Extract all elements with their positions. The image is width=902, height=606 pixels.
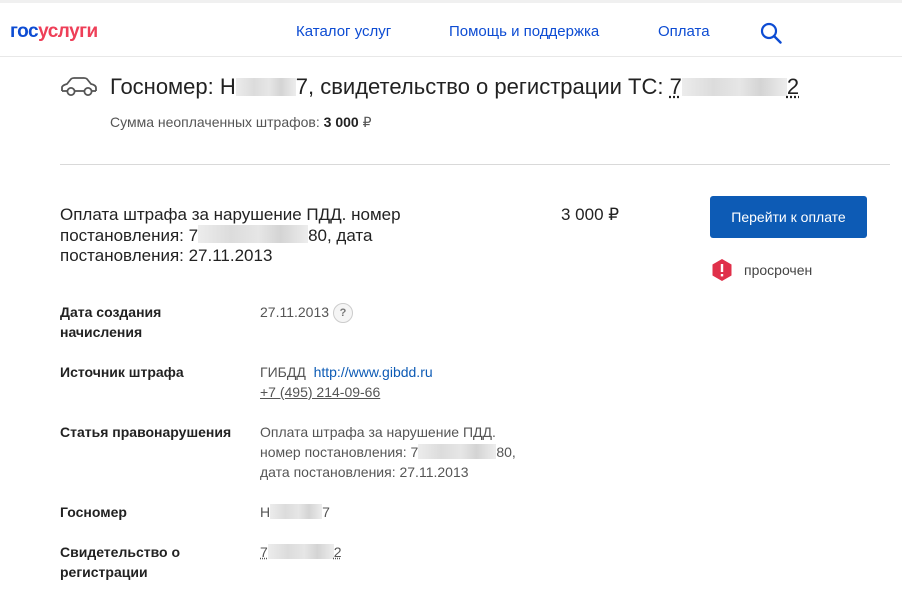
pay-button[interactable]: Перейти к оплате — [710, 196, 867, 238]
article-value: Оплата штрафа за нарушение ПДД. номер по… — [260, 422, 516, 482]
reg-label: Свидетельство о регистрации — [60, 544, 181, 580]
reg-detail-end: 2 — [333, 544, 342, 560]
source-value: ГИБДД http://www.gibdd.ru +7 (495) 214-0… — [260, 362, 433, 402]
logo-part1: гос — [10, 21, 39, 42]
redacted-article-number — [418, 444, 497, 459]
summary-label: Сумма неоплаченных штрафов: — [110, 114, 324, 130]
reg-start: 7 — [669, 74, 682, 99]
vehicle-title-prefix: Госномер: Н — [110, 74, 236, 99]
article-line3: дата постановления: 27.11.2013 — [260, 464, 469, 480]
source-label: Источник штрафа — [60, 364, 184, 380]
created-value: 27.11.2013 — [260, 304, 330, 320]
vehicle-title-mid: 7, свидетельство о регистрации ТС: — [295, 74, 670, 99]
summary-value: 3 000 — [323, 114, 359, 130]
source-phone[interactable]: +7 (495) 214-09-66 — [260, 384, 380, 400]
redacted-plate — [235, 78, 296, 96]
gosuslugi-logo[interactable]: госуслуги — [10, 21, 98, 43]
article-label: Статья правонарушения — [60, 424, 232, 440]
header: госуслуги Каталог услуг Помощь и поддерж… — [0, 0, 902, 57]
redacted-reg-detail — [267, 544, 334, 559]
nav-payment-link[interactable]: Оплата — [658, 23, 710, 40]
car-icon — [61, 77, 97, 96]
vehicle-title: Госномер: Н 7, свидетельство о регистраци… — [110, 74, 799, 100]
plate-label: Госномер — [60, 504, 127, 520]
redacted-decree-number — [198, 225, 309, 243]
reg-value[interactable]: 72 — [260, 542, 342, 562]
status-text: просрочен — [744, 262, 813, 278]
nav-catalog-link[interactable]: Каталог услуг — [296, 23, 391, 40]
reg-detail-start: 7 — [260, 544, 268, 560]
search-icon[interactable] — [760, 22, 782, 44]
created-label: Дата создания начисления — [60, 304, 162, 340]
vehicle-reg-number[interactable]: 72 — [670, 74, 800, 99]
redacted-plate-detail — [270, 504, 323, 519]
plate-value: Н7 — [260, 502, 330, 522]
divider — [60, 164, 890, 165]
fine-description: Оплата штрафа за нарушение ПДД. номер по… — [60, 205, 460, 266]
unpaid-summary: Сумма неоплаченных штрафов: 3 000 ₽ — [110, 114, 372, 131]
nav-help-link[interactable]: Помощь и поддержка — [449, 23, 599, 40]
alert-icon — [712, 259, 732, 281]
logo-part2: услуги — [38, 21, 98, 42]
redacted-reg — [681, 78, 787, 96]
source-link[interactable]: http://www.gibdd.ru — [314, 364, 433, 380]
source-org: ГИБДД — [260, 364, 306, 380]
article-line2-end: 80, — [496, 444, 516, 460]
help-icon[interactable]: ? — [333, 303, 354, 323]
summary-currency: ₽ — [362, 114, 372, 130]
created-value-row: 27.11.2013? — [260, 302, 354, 323]
reg-end: 2 — [786, 74, 800, 99]
plate-end: 7 — [322, 504, 330, 520]
article-line2-start: номер постановления: 7 — [260, 444, 419, 460]
article-line1: Оплата штрафа за нарушение ПДД. — [260, 424, 496, 440]
plate-start: Н — [260, 504, 271, 520]
fine-amount: 3 000 ₽ — [561, 205, 620, 224]
